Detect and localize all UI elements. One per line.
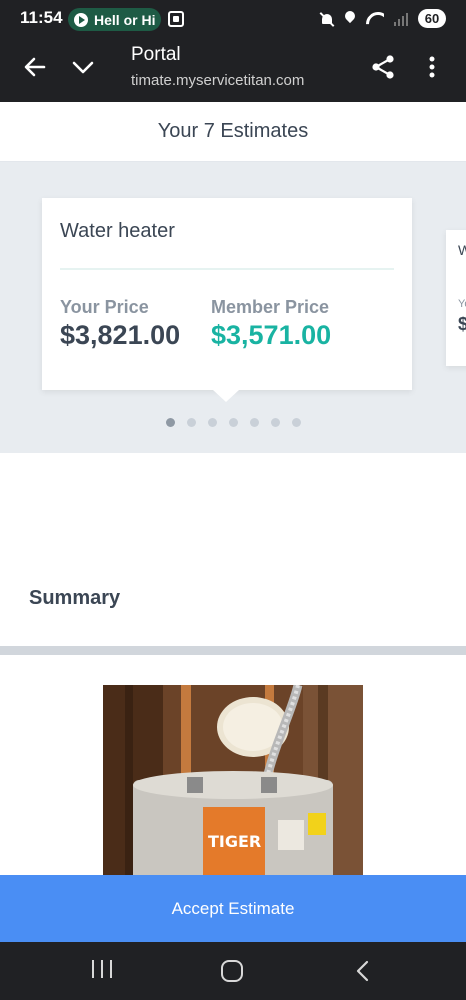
status-time: 11:54	[20, 8, 63, 27]
pagination-dot[interactable]	[292, 418, 301, 427]
signal-icon	[394, 12, 408, 26]
svg-text:TIGER: TIGER	[208, 832, 261, 851]
estimates-count-title: Your 7 Estimates	[157, 120, 309, 142]
your-price-value: $	[458, 314, 466, 334]
estimate-card[interactable]: Water heater Your Price $3,821.00 Member…	[42, 198, 412, 390]
chevron-down-icon[interactable]	[70, 54, 96, 80]
location-icon	[344, 11, 356, 27]
play-icon	[74, 12, 88, 27]
pagination-dot[interactable]	[166, 418, 175, 427]
battery-indicator: 60	[418, 9, 446, 28]
wifi-icon	[366, 12, 384, 26]
home-icon[interactable]	[221, 960, 243, 982]
pagination-dot[interactable]	[250, 418, 259, 427]
screen-capture-icon	[168, 11, 184, 27]
browser-toolbar: Portal timate.myservicetitan.com	[0, 38, 466, 102]
estimate-title: Water heater	[60, 220, 175, 242]
estimates-header: Your 7 Estimates	[0, 102, 466, 162]
member-price-value: $3,571.00	[211, 320, 332, 350]
pagination-dot[interactable]	[271, 418, 280, 427]
estimate-card-next[interactable]: W Yo $	[446, 230, 466, 366]
url-text[interactable]: timate.myservicetitan.com	[131, 72, 304, 89]
your-price-label: Your Price	[60, 297, 149, 317]
more-options-icon[interactable]	[420, 54, 444, 80]
estimate-title: W	[458, 242, 466, 258]
your-price-label: Yo	[458, 298, 466, 310]
card-divider	[60, 268, 394, 270]
your-price-value: $3,821.00	[60, 320, 181, 350]
page-title: Portal	[131, 44, 181, 65]
media-playing-chip[interactable]: Hell or Hi	[68, 8, 161, 31]
share-icon[interactable]	[370, 54, 396, 80]
pagination-dot[interactable]	[187, 418, 196, 427]
section-separator	[0, 646, 466, 655]
media-title: Hell or Hi	[94, 11, 156, 28]
member-price-label: Member Price	[211, 297, 330, 317]
summary-heading: Summary	[29, 587, 121, 609]
status-bar: 11:54 Hell or Hi 60	[0, 0, 466, 38]
accept-estimate-label: Accept Estimate	[171, 898, 295, 918]
card-selected-pointer	[213, 390, 239, 402]
recent-apps-icon[interactable]	[92, 960, 112, 982]
pagination-dot[interactable]	[208, 418, 217, 427]
mute-icon	[320, 11, 334, 27]
system-back-icon[interactable]	[352, 960, 374, 982]
accept-estimate-button[interactable]: Accept Estimate	[0, 875, 466, 942]
carousel-pagination	[166, 418, 301, 427]
system-nav-bar	[0, 942, 466, 1000]
pagination-dot[interactable]	[229, 418, 238, 427]
back-arrow-icon[interactable]	[22, 54, 48, 80]
estimates-carousel[interactable]: Water heater Your Price $3,821.00 Member…	[0, 162, 466, 453]
